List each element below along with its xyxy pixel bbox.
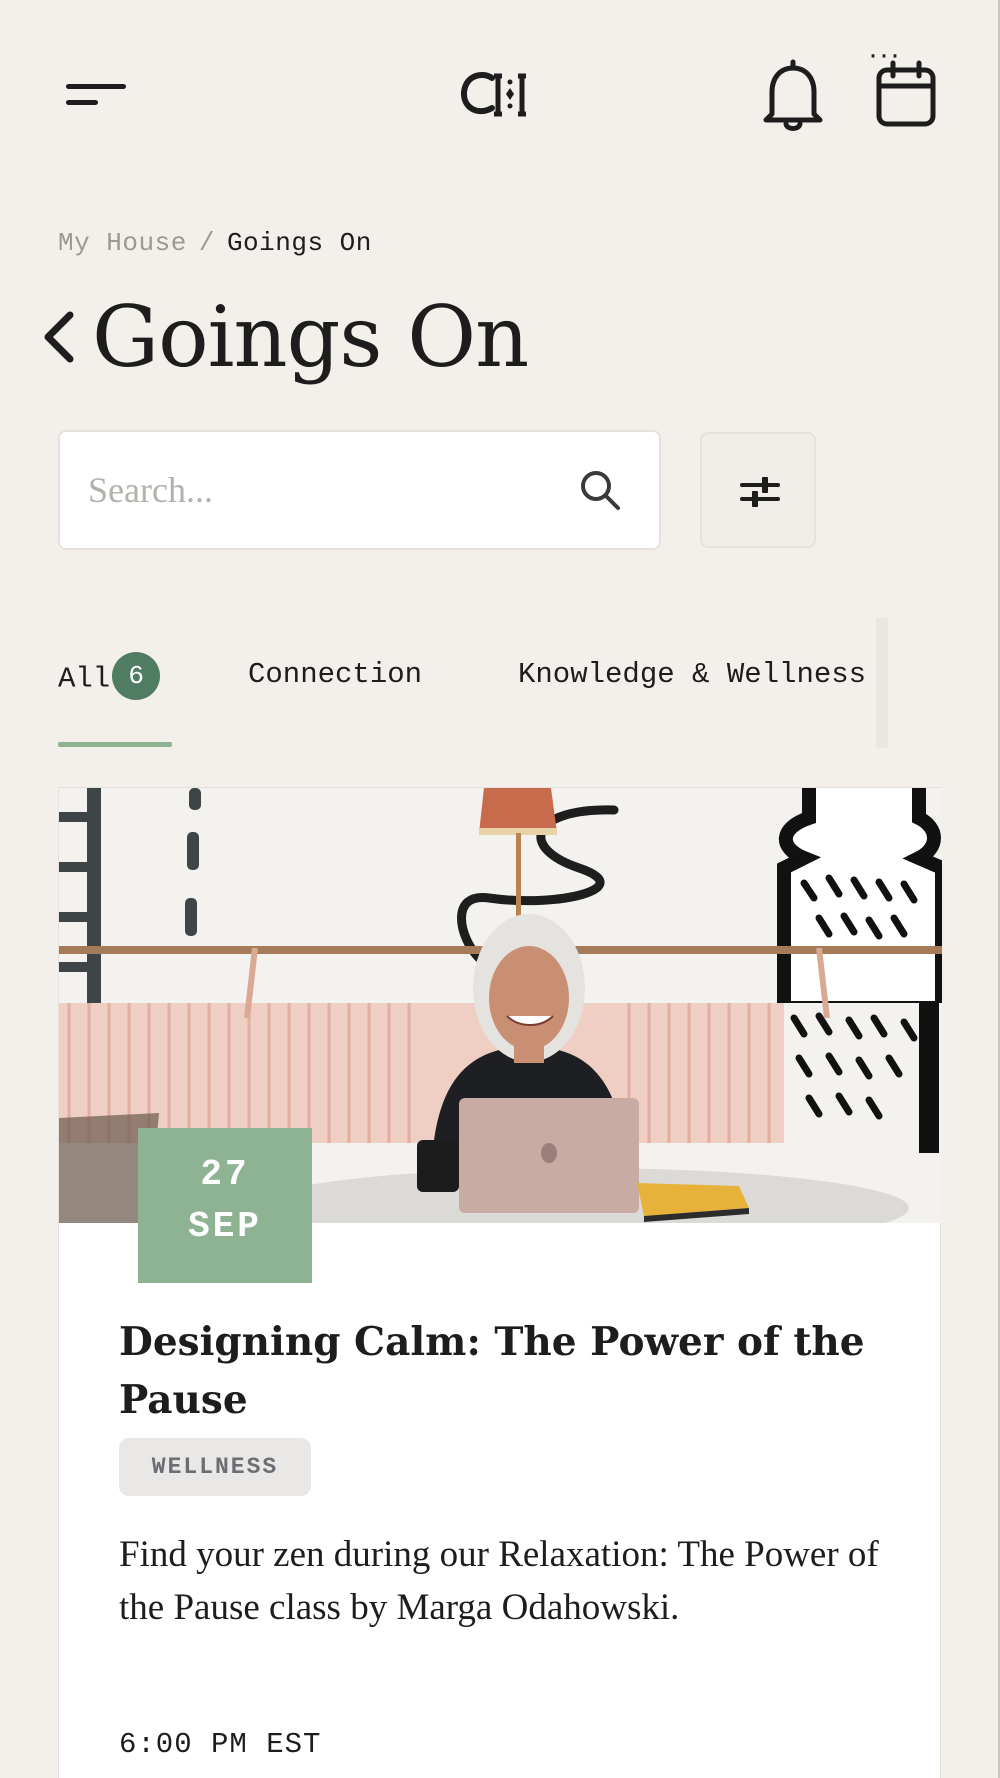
more-tabs-button[interactable]: ···	[868, 38, 901, 72]
breadcrumb-separator: /	[198, 228, 215, 258]
app-header	[0, 0, 1000, 195]
chevron-left-icon[interactable]	[40, 297, 92, 377]
category-tabs: All 6 Connection Knowledge & Wellness	[58, 618, 888, 750]
page-title: Goings On	[92, 288, 529, 386]
house-logo[interactable]	[458, 64, 542, 124]
tab-all-count-badge: 6	[112, 652, 161, 700]
event-card[interactable]: 27 SEP Designing Calm: The Power of the …	[58, 787, 942, 1778]
search-input[interactable]	[88, 452, 548, 528]
tabs-scroll-fade	[876, 618, 888, 748]
event-title[interactable]: Designing Calm: The Power of the Pause	[119, 1313, 879, 1429]
filter-button[interactable]	[700, 432, 816, 548]
bell-icon[interactable]	[760, 58, 826, 134]
hamburger-menu-icon[interactable]	[62, 80, 130, 114]
active-tab-underline	[58, 742, 172, 747]
tab-all-label: All	[58, 662, 111, 696]
event-description: Find your zen during our Relaxation: The…	[119, 1534, 879, 1628]
breadcrumb-parent-link[interactable]: My House	[58, 228, 187, 258]
search-icon[interactable]	[578, 468, 624, 514]
event-month: SEP	[188, 1206, 262, 1247]
title-row: Goings On	[40, 282, 529, 392]
breadcrumb-current: Goings On	[226, 228, 372, 258]
search-box	[58, 430, 661, 550]
event-time: 6:00 PM EST	[119, 1728, 322, 1761]
event-category-tag: WELLNESS	[119, 1438, 311, 1496]
event-day: 27	[200, 1154, 250, 1195]
breadcrumb: My House / Goings On	[58, 228, 372, 258]
tab-knowledge-wellness[interactable]: Knowledge & Wellness	[518, 658, 886, 691]
tab-connection[interactable]: Connection	[248, 658, 422, 691]
event-date-badge: 27 SEP	[138, 1128, 312, 1283]
tab-all[interactable]: All 6	[58, 652, 161, 700]
sliders-icon	[740, 477, 780, 507]
